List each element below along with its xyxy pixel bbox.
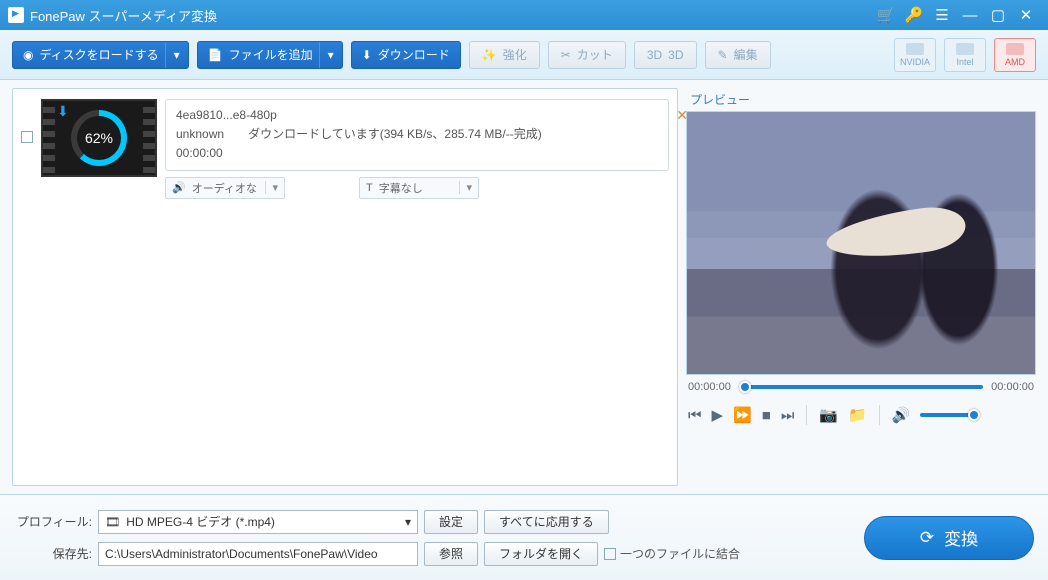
close-button[interactable]: ✕ (1012, 0, 1040, 30)
download-icon: ⬇ (362, 48, 372, 62)
add-file-label: ファイルを追加 (229, 46, 313, 63)
cut-button[interactable]: ✂ カット (548, 41, 626, 69)
title-bar: FonePaw スーパーメディア変換 🛒 🔑 ☰ — ▢ ✕ (0, 0, 1048, 30)
next-button[interactable]: ⏭ (781, 407, 795, 424)
save-path-input[interactable] (98, 542, 418, 566)
volume-slider[interactable] (920, 413, 980, 417)
add-file-button[interactable]: 📄 ファイルを追加 ▾ (197, 41, 343, 69)
cut-label: カット (577, 46, 613, 63)
three-d-icon: 3D (647, 48, 662, 62)
file-info-box: 4ea9810...e8-480p unknown ダウンロードしています(39… (165, 99, 669, 171)
open-output-folder-button[interactable]: フォルダを開く (484, 542, 598, 566)
cart-icon[interactable]: 🛒 (872, 0, 900, 30)
subtitle-icon: T (366, 182, 373, 194)
gpu-tab-nvidia[interactable]: NVIDIA (894, 38, 936, 72)
subtitle-dropdown[interactable]: T 字幕なし ▾ (359, 177, 479, 199)
fast-forward-button[interactable]: ⏩ (733, 406, 752, 424)
volume-icon[interactable]: 🔊 (892, 406, 911, 424)
snapshot-button[interactable]: 📷 (819, 406, 838, 424)
preview-title: プレビュー (686, 88, 1036, 111)
bottom-bar: プロフィール: 🎞 HD MPEG-4 ビデオ (*.mp4) ▾ 設定 すべて… (0, 494, 1048, 580)
file-checkbox[interactable] (21, 131, 33, 143)
load-disc-dropdown[interactable]: ▾ (165, 42, 188, 68)
load-disc-button[interactable]: ◉ ディスクをロードする ▾ (12, 41, 189, 69)
edit-label: 編集 (734, 46, 758, 63)
preview-pane: プレビュー 00:00:00 00:00:00 ⏮ ▶ ⏩ ■ ⏭ 📷 📁 🔊 (686, 88, 1036, 486)
download-badge-icon: ⬇ (57, 103, 69, 120)
file-thumbnail[interactable]: ⬇ 62% (41, 99, 157, 177)
enhance-button[interactable]: ✨ 強化 (469, 41, 540, 69)
seek-slider[interactable] (739, 385, 983, 389)
file-name: 4ea9810...e8-480p (176, 106, 658, 125)
enhance-label: 強化 (503, 46, 527, 63)
three-d-button[interactable]: 3D 3D (634, 41, 697, 69)
stop-button[interactable]: ■ (762, 407, 771, 424)
load-disc-label: ディスクをロードする (39, 46, 158, 63)
file-status: ダウンロードしています(394 KB/s、285.74 MB/--完成) (248, 127, 542, 141)
apply-all-button[interactable]: すべてに応用する (484, 510, 609, 534)
preview-video[interactable] (686, 111, 1036, 375)
audio-track-dropdown[interactable]: 🔊 オーディオな ▾ (165, 177, 285, 199)
app-title: FonePaw スーパーメディア変換 (30, 6, 217, 25)
add-file-icon: 📄 (208, 48, 223, 62)
edit-icon: ✎ (718, 48, 728, 62)
convert-button[interactable]: ⟳ 変換 (864, 516, 1034, 560)
three-d-label: 3D (668, 48, 683, 62)
save-to-label: 保存先: (14, 545, 92, 562)
gpu-tab-intel[interactable]: Intel (944, 38, 986, 72)
file-list-pane: ⬇ 62% 4ea9810...e8-480p unknown ダウンロードして… (12, 88, 678, 486)
edit-button[interactable]: ✎ 編集 (705, 41, 771, 69)
settings-button[interactable]: 設定 (424, 510, 478, 534)
time-total: 00:00:00 (991, 381, 1034, 393)
maximize-button[interactable]: ▢ (984, 0, 1012, 30)
open-folder-button[interactable]: 📁 (848, 406, 867, 424)
menu-icon[interactable]: ☰ (928, 0, 956, 30)
add-file-dropdown[interactable]: ▾ (319, 42, 342, 68)
profile-dropdown[interactable]: 🎞 HD MPEG-4 ビデオ (*.mp4) ▾ (98, 510, 418, 534)
file-status-prefix: unknown (176, 127, 224, 141)
app-logo-icon (8, 7, 24, 23)
scissors-icon: ✂ (561, 48, 571, 62)
browse-button[interactable]: 参照 (424, 542, 478, 566)
main-toolbar: ◉ ディスクをロードする ▾ 📄 ファイルを追加 ▾ ⬇ ダウンロード ✨ 強化… (0, 30, 1048, 80)
key-icon[interactable]: 🔑 (900, 0, 928, 30)
gpu-tab-amd[interactable]: AMD (994, 38, 1036, 72)
audio-icon: 🔊 (172, 181, 186, 194)
chevron-down-icon: ▾ (265, 181, 278, 194)
disc-icon: ◉ (23, 48, 33, 62)
play-button[interactable]: ▶ (712, 406, 724, 424)
mp4-icon: 🎞 (105, 515, 120, 529)
file-duration: 00:00:00 (176, 144, 658, 163)
chevron-down-icon: ▾ (405, 515, 411, 529)
merge-checkbox[interactable]: 一つのファイルに結合 (604, 545, 740, 562)
download-button[interactable]: ⬇ ダウンロード (351, 41, 461, 69)
file-row[interactable]: ⬇ 62% 4ea9810...e8-480p unknown ダウンロードして… (13, 89, 677, 209)
chevron-down-icon: ▾ (459, 181, 472, 194)
enhance-icon: ✨ (482, 48, 497, 62)
minimize-button[interactable]: — (956, 0, 984, 30)
prev-button[interactable]: ⏮ (688, 407, 702, 424)
download-label: ダウンロード (378, 46, 450, 63)
progress-percent: 62% (77, 116, 121, 160)
time-current: 00:00:00 (688, 381, 731, 393)
refresh-icon: ⟳ (920, 528, 934, 548)
profile-label: プロフィール: (14, 513, 92, 530)
